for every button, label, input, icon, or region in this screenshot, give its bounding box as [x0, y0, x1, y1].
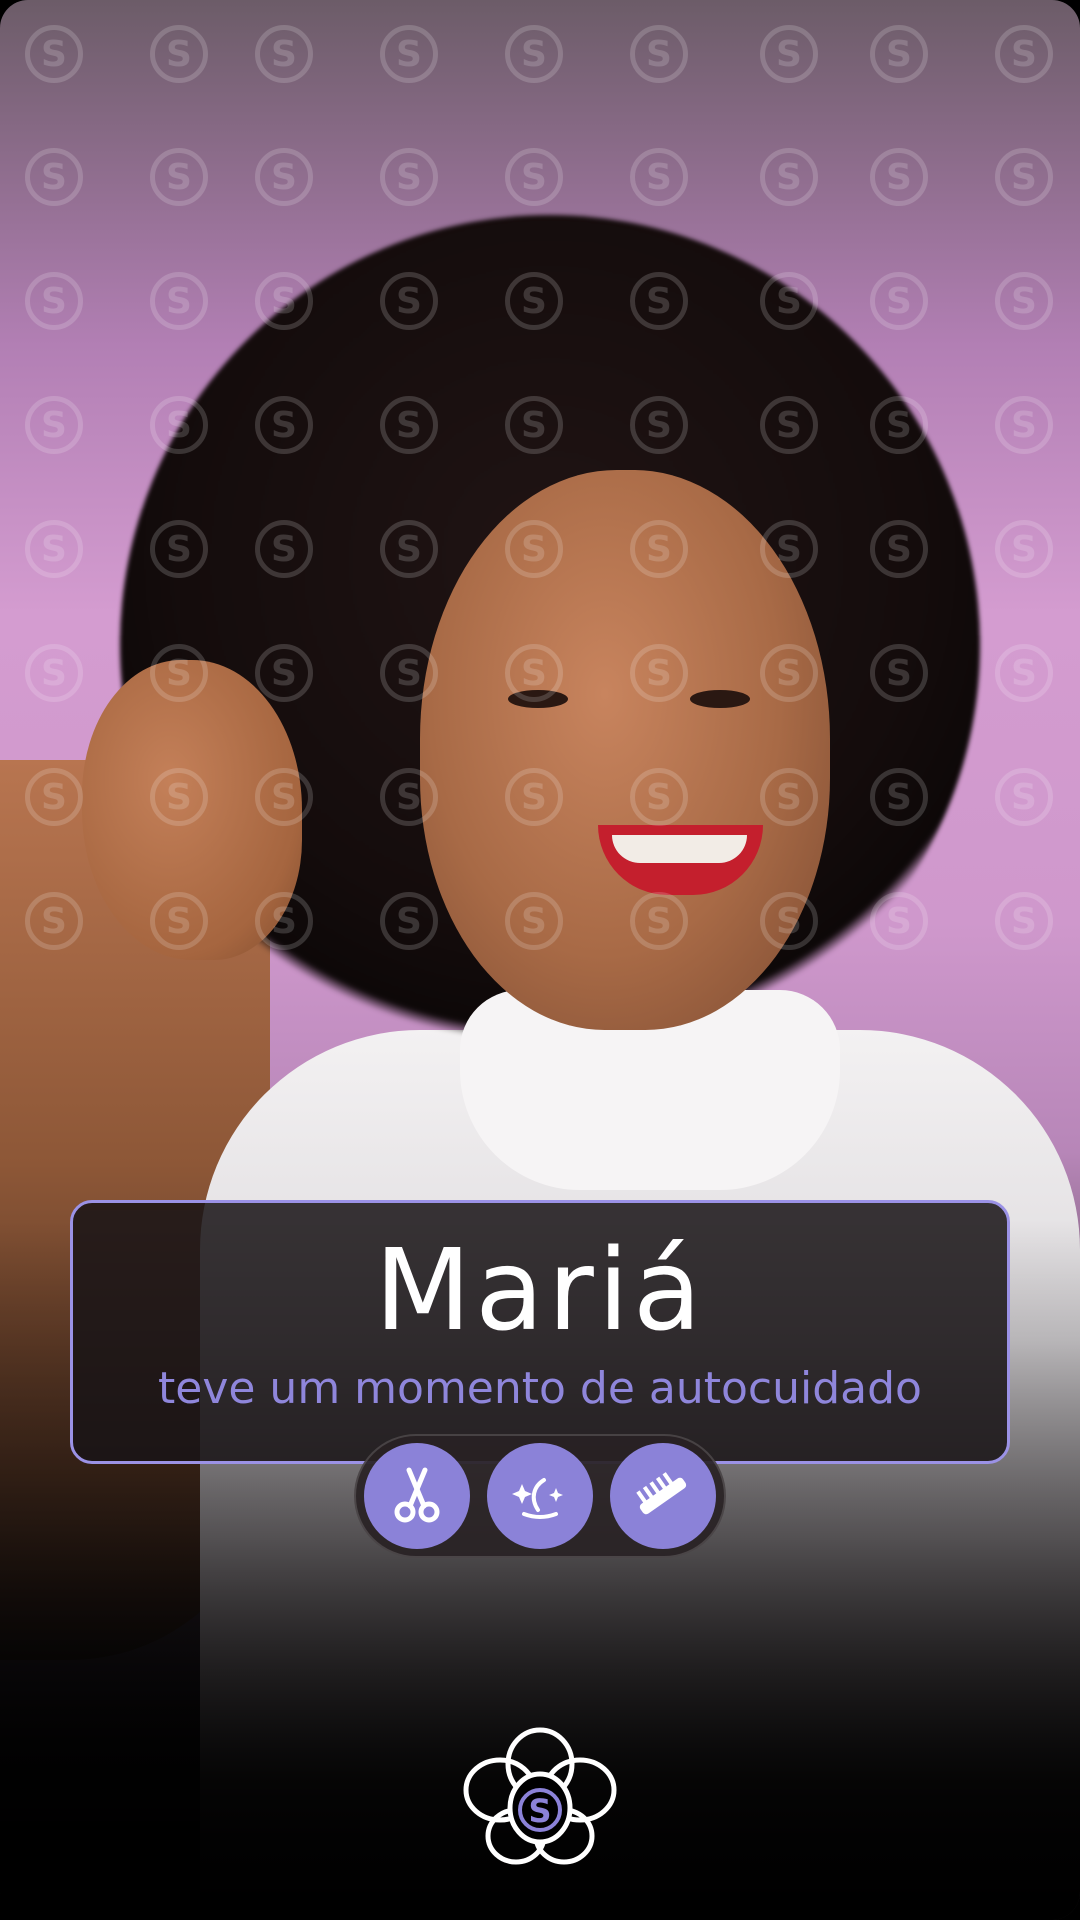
service-styling-button[interactable] [610, 1443, 716, 1549]
scissors-icon [394, 1467, 440, 1523]
photo-eye-right [690, 690, 750, 708]
service-treatment-button[interactable] [487, 1443, 593, 1549]
svg-text:S: S [528, 1792, 551, 1830]
name-card: Mariá teve um momento de autocuidado [70, 1200, 1010, 1464]
services-pill [354, 1434, 726, 1558]
card-subtitle: teve um momento de autocuidado [158, 1363, 922, 1414]
photo-eye-left [508, 690, 568, 708]
orchid-logo-icon: S [463, 1727, 617, 1865]
client-name: Mariá [374, 1226, 706, 1356]
story-frame: Mariá teve um momento de autocuidado [0, 0, 1080, 1920]
portrait-photo [0, 0, 1080, 1920]
photo-face [420, 470, 830, 1030]
photo-hand [82, 660, 302, 960]
service-haircut-button[interactable] [364, 1443, 470, 1549]
hair-treatment-sparkle-icon [512, 1478, 563, 1519]
comb-icon [636, 1472, 687, 1515]
